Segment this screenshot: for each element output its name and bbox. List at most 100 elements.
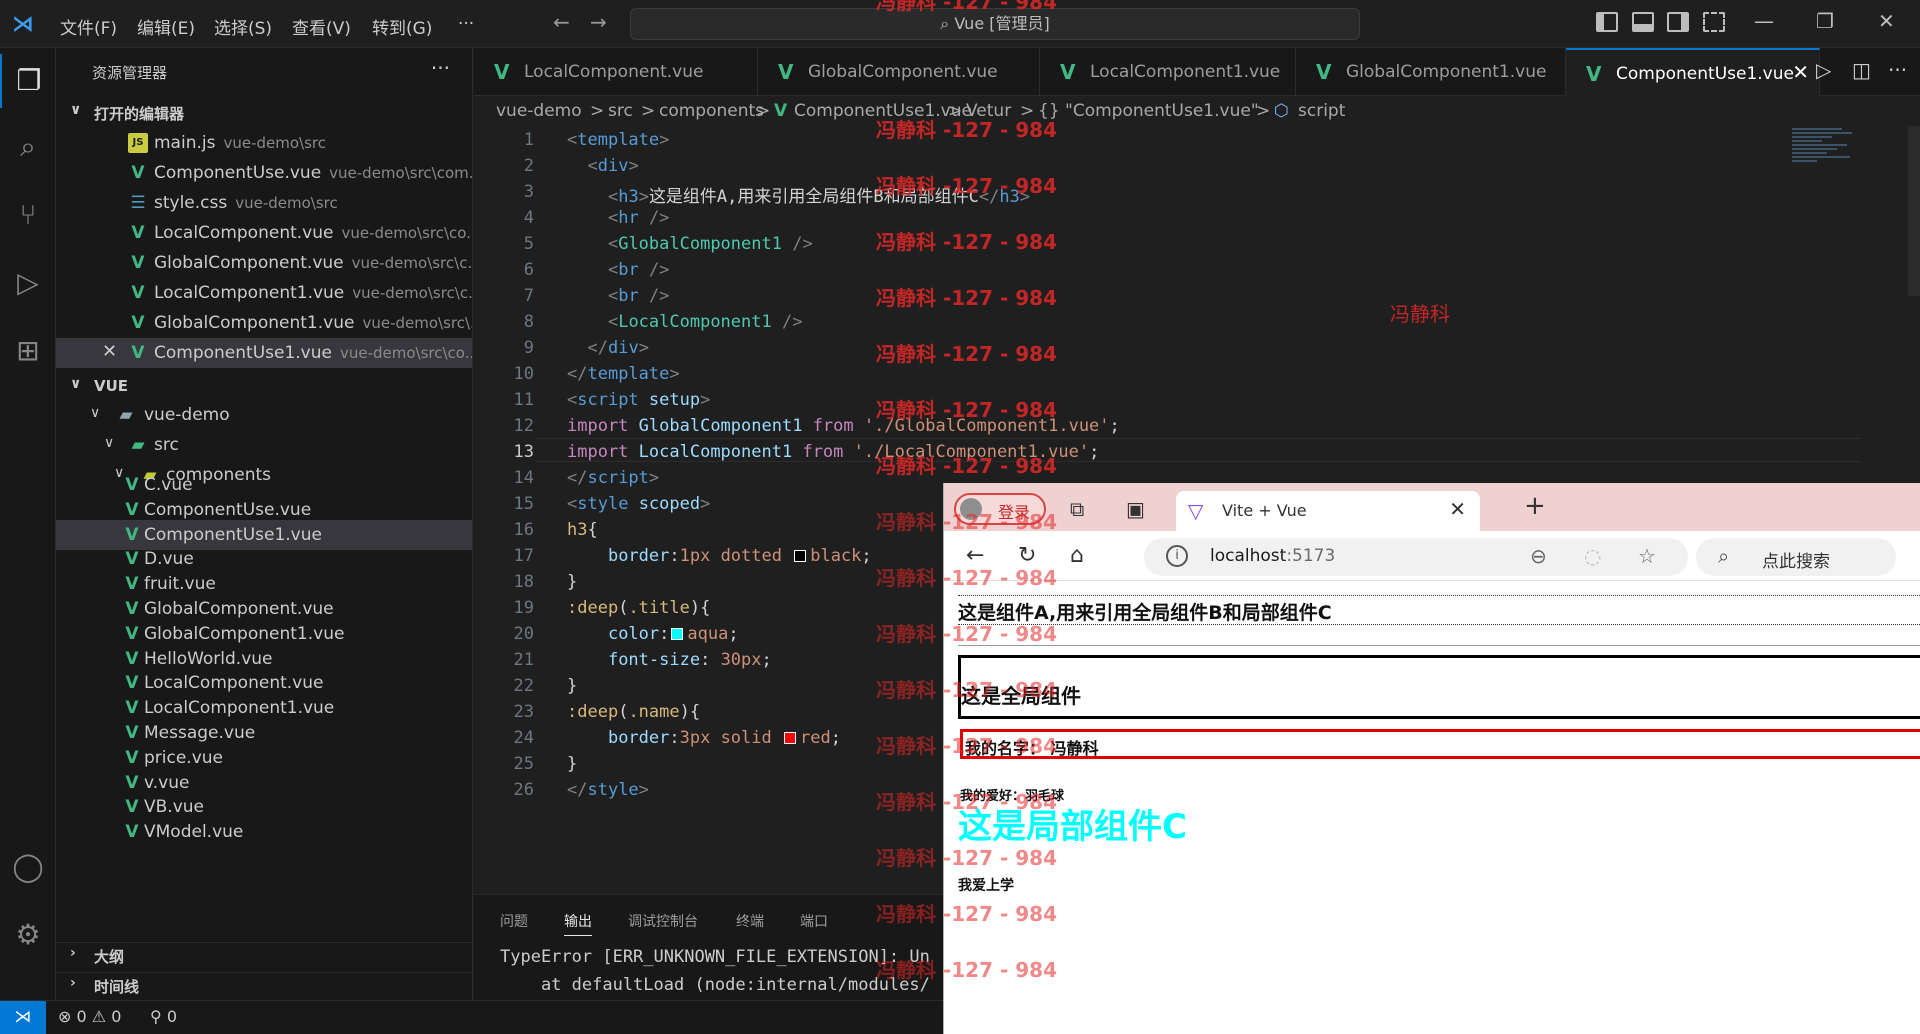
menu-more[interactable]: ··· [458, 14, 474, 34]
customize-layout-icon[interactable] [1703, 12, 1725, 32]
open-editor-item[interactable]: ☰ style.css vue-demo\src [56, 188, 472, 218]
open-editor-item[interactable]: V LocalComponent1.vue vue-demo\src\c... [56, 278, 473, 308]
tab-problems[interactable]: 问题 [500, 911, 528, 931]
tab-debug-console[interactable]: 调试控制台 [628, 911, 698, 931]
account-icon[interactable]: ◯ [0, 840, 56, 894]
menu-go[interactable]: 转到(G) [372, 14, 432, 39]
split-editor-icon[interactable]: ◫ [1852, 58, 1871, 82]
tab-localcomponent[interactable]: V LocalComponent.vue [474, 48, 758, 96]
open-editors-header[interactable]: ∨ 打开的编辑器 [56, 100, 472, 126]
vue-file-icon: V [125, 475, 139, 495]
line-number: 17 [513, 546, 534, 566]
chevron-down-icon: ∨ [90, 405, 101, 421]
tab-ports[interactable]: 端口 [800, 911, 828, 931]
file-name: price.vue [144, 747, 224, 768]
code-line: <GlobalComponent1 /> [607, 234, 813, 254]
line-number: 20 [513, 624, 534, 644]
menu-view[interactable]: 查看(V) [292, 14, 351, 39]
open-editor-item[interactable]: V ComponentUse.vue vue-demo\src\com... [56, 158, 473, 188]
more-actions-icon[interactable]: ··· [431, 56, 450, 80]
tab-output[interactable]: 输出 [564, 911, 592, 936]
vue-file-icon: V [125, 499, 139, 520]
vertical-scrollbar[interactable] [1908, 126, 1920, 296]
minimap[interactable] [1792, 126, 1872, 186]
timeline-header[interactable]: › 时间线 [56, 972, 472, 998]
minimize-icon[interactable]: — [1754, 9, 1774, 33]
open-editor-item[interactable]: JS main.js vue-demo\src [56, 128, 472, 158]
vue-file-icon: V [1060, 60, 1076, 84]
remote-indicator-icon[interactable]: ⋊ [0, 1001, 46, 1034]
toggle-secondary-sidebar-icon[interactable] [1667, 12, 1689, 32]
settings-gear-icon[interactable]: ⚙ [0, 908, 56, 962]
file-name: D.vue [144, 549, 194, 570]
close-tab-icon[interactable]: ✕ [1449, 497, 1466, 521]
info-icon[interactable]: i [1166, 545, 1188, 567]
close-tab-icon[interactable]: ✕ [1792, 60, 1809, 84]
close-icon[interactable]: ✕ [102, 341, 117, 362]
breadcrumb-item[interactable]: script [1298, 101, 1345, 121]
tab-globalcomponent[interactable]: V GlobalComponent.vue [758, 48, 1040, 96]
close-window-icon[interactable]: ✕ [1878, 9, 1895, 33]
tab-label: GlobalComponent.vue [808, 62, 998, 82]
menu-file[interactable]: 文件(F) [60, 14, 117, 39]
run-debug-icon[interactable]: ▷ [0, 256, 56, 310]
code-line: } [567, 754, 578, 774]
toggle-panel-icon[interactable] [1632, 12, 1654, 32]
collections-icon[interactable]: ⧉ [1070, 497, 1084, 521]
more-actions-icon[interactable]: ··· [1888, 58, 1907, 82]
menu-selection[interactable]: 选择(S) [214, 14, 272, 39]
tree-folder-src[interactable]: ∨ ▰ src [56, 430, 472, 460]
tab-componentuse1-active[interactable]: V ComponentUse1.vue ✕ [1566, 48, 1820, 96]
zoom-icon[interactable]: ⊖ [1530, 544, 1547, 568]
open-editor-name: ComponentUse1.vue [154, 343, 332, 363]
open-editor-path: vue-demo\src\c... [352, 284, 473, 302]
code-line: } [567, 676, 578, 696]
breadcrumb-item[interactable]: vue-demo [496, 101, 582, 121]
open-editor-item[interactable]: V GlobalComponent.vue vue-demo\src\c... [56, 248, 472, 278]
warning-count: 0 [111, 1007, 122, 1026]
tab-actions-icon[interactable]: ▣ [1126, 497, 1145, 521]
new-tab-icon[interactable]: + [1524, 491, 1546, 521]
menu-edit[interactable]: 编辑(E) [137, 14, 195, 39]
command-center-label: Vue [管理员] [954, 14, 1050, 33]
line-number: 23 [513, 702, 534, 722]
open-editor-item-active[interactable]: ✕ V ComponentUse1.vue vue-demo\src\co... [56, 338, 472, 368]
explorer-icon[interactable]: ❐ [0, 54, 56, 108]
open-editor-item[interactable]: V LocalComponent.vue vue-demo\src\co... [56, 218, 472, 248]
tab-terminal[interactable]: 终端 [736, 911, 764, 931]
vue-file-icon: V [125, 549, 139, 570]
problems-indicator[interactable]: ⊗ 0 ⚠ 0 [58, 1007, 121, 1026]
restore-icon[interactable]: ❐ [1816, 9, 1834, 33]
extension-icon[interactable]: ◌ [1584, 544, 1601, 568]
browser-search-box[interactable]: ⌕ 点此搜索 [1696, 538, 1896, 576]
workspace-header[interactable]: ∨ VUE [56, 374, 472, 400]
address-bar[interactable]: i localhost:5173 ⊖ ◌ ☆ [1144, 538, 1688, 576]
outline-header[interactable]: › 大纲 [56, 942, 472, 968]
file-name: fruit.vue [144, 574, 216, 595]
tab-localcomponent1[interactable]: V LocalComponent1.vue [1040, 48, 1296, 96]
tree-file-item[interactable]: V VModel.vue [56, 817, 472, 847]
breadcrumb-item[interactable]: src [608, 101, 633, 121]
favorite-star-icon[interactable]: ☆ [1638, 544, 1656, 568]
home-icon[interactable]: ⌂ [1070, 543, 1084, 568]
run-icon[interactable]: ▷ [1816, 58, 1831, 82]
source-control-icon[interactable]: ⑂ [0, 188, 56, 242]
forward-arrow-icon[interactable]: → [590, 10, 607, 34]
browser-tab-active[interactable]: ▽ Vite + Vue ✕ [1176, 491, 1480, 531]
ports-indicator[interactable]: ⚲ 0 [150, 1007, 177, 1026]
line-number: 24 [513, 728, 534, 748]
extensions-icon[interactable]: ⊞ [0, 324, 56, 378]
breadcrumb-item[interactable]: components [659, 101, 764, 121]
search-icon[interactable]: ⌕ [0, 120, 56, 174]
open-editor-path: vue-demo\src\com... [329, 164, 473, 182]
vue-file-icon: V [125, 797, 139, 818]
line-number: 11 [513, 390, 534, 410]
toggle-primary-sidebar-icon[interactable] [1596, 12, 1618, 32]
open-editor-item[interactable]: V GlobalComponent1.vue vue-demo\src\... [56, 308, 472, 338]
back-arrow-icon[interactable]: ← [553, 10, 570, 34]
tree-folder-vue-demo[interactable]: ∨ ▰ vue-demo [56, 400, 472, 430]
watermark-text: 冯静科 -127 - 984 [876, 902, 1057, 926]
breadcrumb-item[interactable]: {} "ComponentUse1.vue" [1038, 101, 1259, 121]
watermark-text: 冯静科 -127 - 984 [876, 0, 1057, 14]
tab-globalcomponent1[interactable]: V GlobalComponent1.vue [1296, 48, 1566, 96]
